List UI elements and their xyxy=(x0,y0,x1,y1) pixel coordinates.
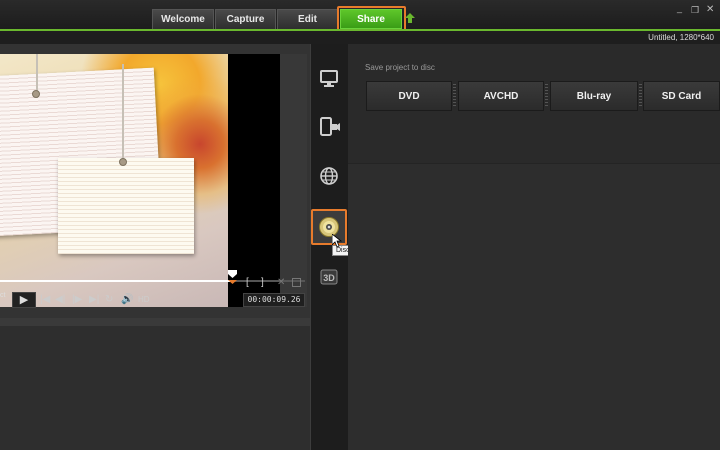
go-to-start-button[interactable]: |◀ xyxy=(40,293,50,307)
video-frame-image xyxy=(0,54,228,307)
mark-in-button[interactable]: [ xyxy=(246,277,249,288)
tab-welcome[interactable]: Welcome xyxy=(152,9,214,29)
preview-gutter xyxy=(280,54,307,307)
trim-copy-icon[interactable] xyxy=(292,278,301,287)
tab-capture[interactable]: Capture xyxy=(215,9,276,29)
restore-button[interactable]: ❐ xyxy=(691,5,699,16)
minimize-button[interactable]: _ xyxy=(677,3,682,13)
trim-cut-button[interactable]: ✕ xyxy=(277,277,285,288)
repeat-icon[interactable]: ↻ xyxy=(105,293,113,307)
timeline-progress[interactable] xyxy=(0,280,233,282)
app-window: Welcome Capture Edit Share _ ❐ ✕ Untitle… xyxy=(0,0,720,450)
computer-icon[interactable] xyxy=(318,67,340,89)
project-mode-label: ct xyxy=(0,292,6,299)
library-panel xyxy=(0,318,310,450)
play-button[interactable]: ▶ xyxy=(12,292,36,308)
timecode-display[interactable]: 00:00:09.26 xyxy=(243,293,305,307)
separator xyxy=(453,84,456,108)
avchd-option-button[interactable]: AVCHD xyxy=(458,81,544,111)
previous-frame-button[interactable]: ◀| xyxy=(55,293,65,307)
hd-toggle[interactable]: HD xyxy=(138,293,150,307)
svg-text:3D: 3D xyxy=(323,273,335,283)
volume-icon[interactable]: 🔊 xyxy=(121,293,133,307)
3d-icon[interactable]: 3D xyxy=(318,266,340,288)
card-pin xyxy=(32,90,40,98)
video-preview[interactable] xyxy=(0,54,280,307)
library-panel-header xyxy=(0,318,310,326)
mobile-device-icon[interactable] xyxy=(318,116,340,138)
upload-arrow-icon[interactable] xyxy=(405,13,415,25)
mark-out-button[interactable]: ] xyxy=(261,277,264,288)
bluray-option-button[interactable]: Blu-ray xyxy=(550,81,638,111)
project-info: Untitled, 1280*640 xyxy=(648,33,714,42)
tab-edit[interactable]: Edit xyxy=(277,9,338,29)
card-string xyxy=(122,64,124,164)
next-frame-button[interactable]: |▶ xyxy=(72,293,82,307)
separator xyxy=(639,84,642,108)
hanging-card-small xyxy=(58,158,194,254)
go-to-end-button[interactable]: ▶| xyxy=(89,293,99,307)
close-button[interactable]: ✕ xyxy=(706,4,714,15)
timeline-scrubber-handle[interactable] xyxy=(228,270,237,284)
card-pin xyxy=(119,158,127,166)
sd-card-option-button[interactable]: SD Card xyxy=(643,81,720,111)
separator xyxy=(545,84,548,108)
status-bar: Untitled, 1280*640 xyxy=(0,31,720,44)
save-to-disc-label: Save project to disc xyxy=(365,63,435,72)
mouse-cursor-icon xyxy=(332,234,342,248)
web-globe-icon[interactable] xyxy=(318,165,340,187)
dvd-option-button[interactable]: DVD xyxy=(366,81,452,111)
